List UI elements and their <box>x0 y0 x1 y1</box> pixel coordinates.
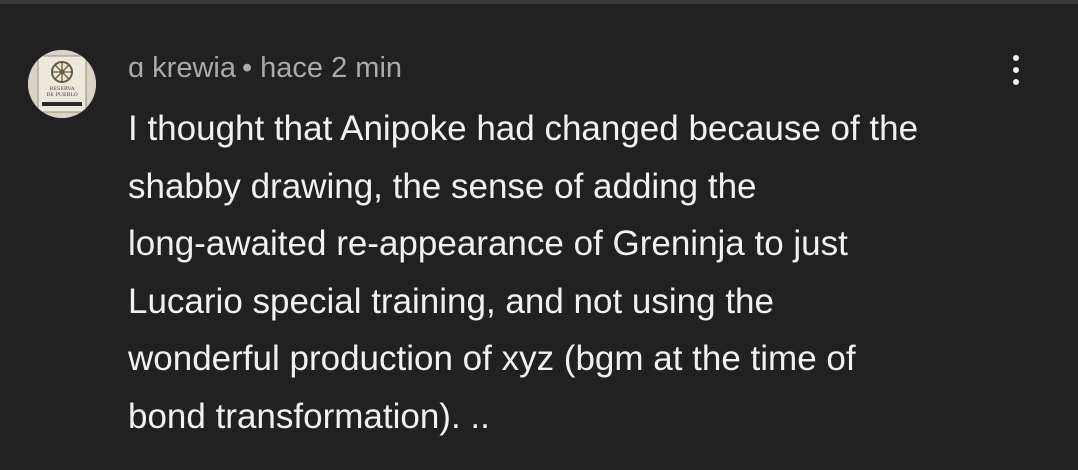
avatar[interactable]: RESERVA DE PUEBLO <box>28 50 96 118</box>
comment-timestamp[interactable]: hace 2 min <box>260 52 402 84</box>
more-options-button[interactable] <box>996 48 1036 92</box>
comment-text-line: shabby drawing, the sense of adding the <box>128 166 757 206</box>
more-vertical-icon <box>1013 55 1019 61</box>
wine-label-avatar-icon: RESERVA DE PUEBLO <box>28 50 96 118</box>
comment-meta: ɑ krewia • hace 2 min <box>128 48 402 88</box>
avatar-label-line-2: DE PUEBLO <box>46 92 77 98</box>
comment-text-line: long-awaited re-appearance of Greninja t… <box>128 224 848 263</box>
author-name[interactable]: ɑ krewia <box>128 52 236 84</box>
comment-text: I thought that Anipoke had changed becau… <box>128 100 1058 445</box>
comment-item: RESERVA DE PUEBLO ɑ krewia • hace 2 min I … <box>0 4 1078 470</box>
comment-text-line: Lucario special training, and not using … <box>128 281 774 321</box>
meta-separator: • <box>242 52 253 84</box>
comment-text-line: bond transformation). .. <box>128 396 490 436</box>
more-vertical-icon <box>1013 67 1019 73</box>
comment-text-line: I thought that Anipoke had changed becau… <box>128 109 919 148</box>
more-vertical-icon <box>1013 79 1019 85</box>
comment-text-line: wonderful production of xyz (bgm at the … <box>128 339 856 378</box>
